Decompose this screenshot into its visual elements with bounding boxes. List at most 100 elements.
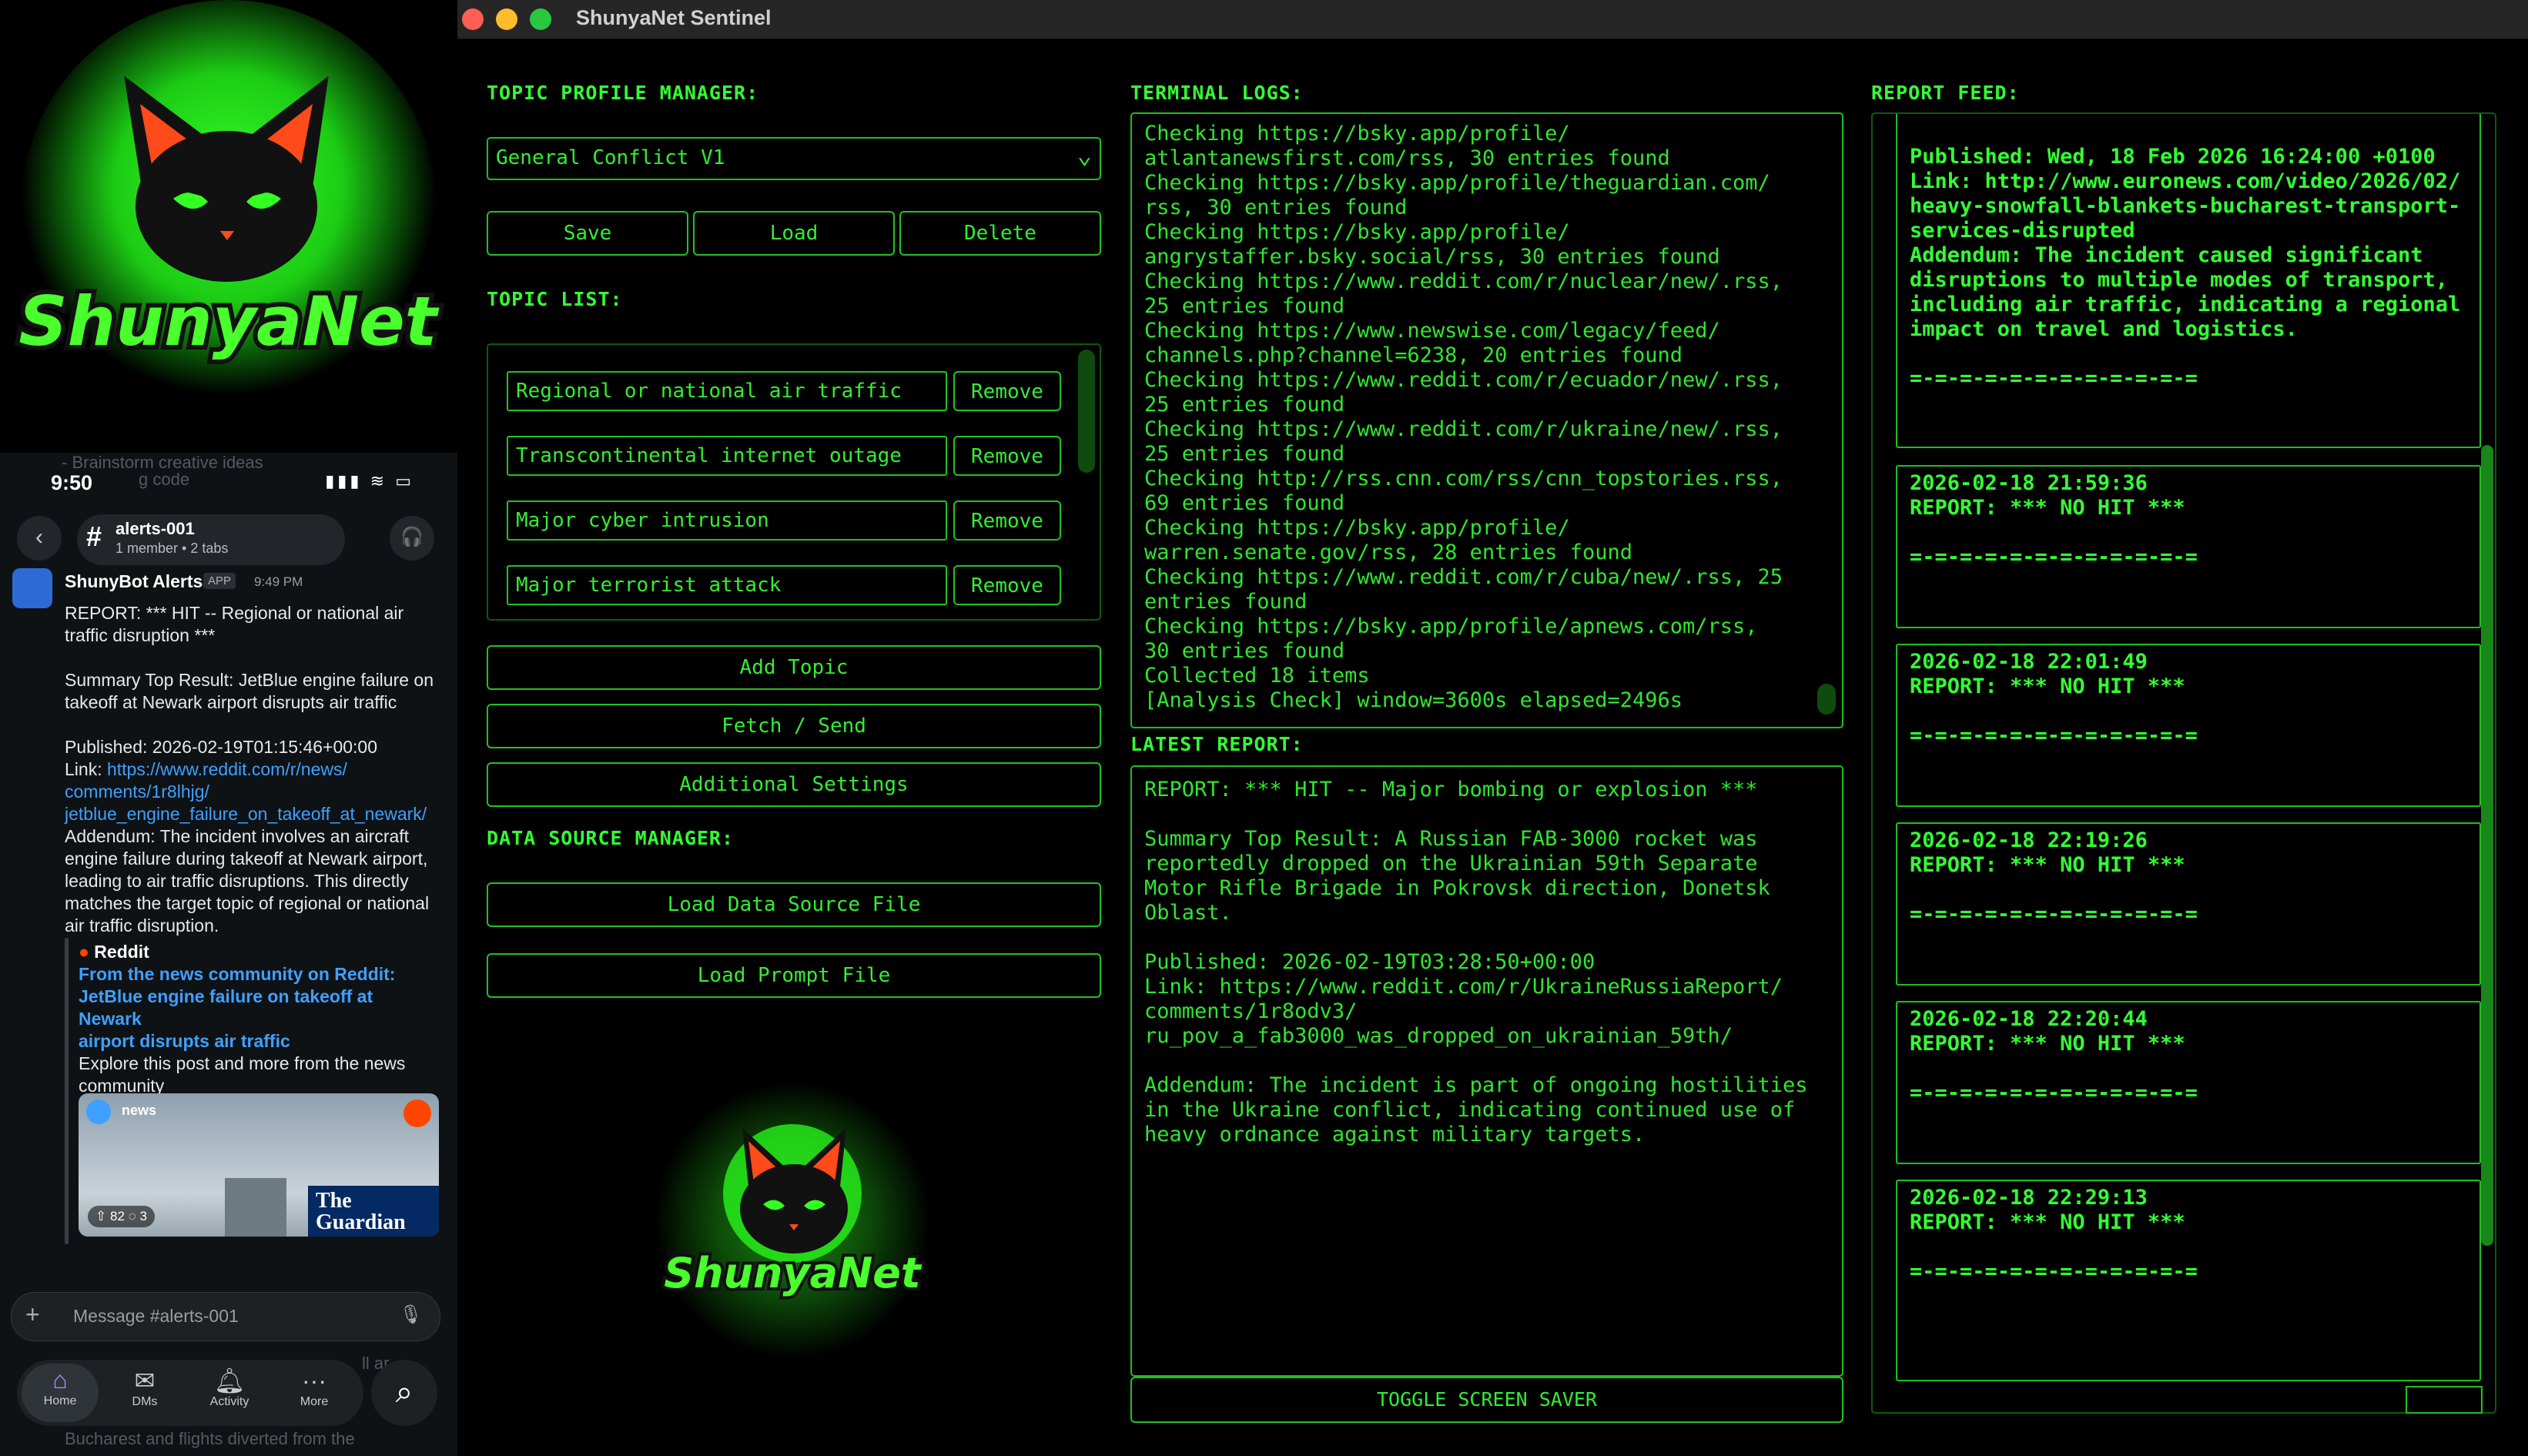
report-separator: =-=-=-=-=-=-=-=-=-=-=-= (1910, 545, 2198, 569)
report-status: REPORT: *** NO HIT *** (1910, 1032, 2185, 1056)
close-window-button[interactable] (462, 8, 484, 30)
mic-icon[interactable]: 🎙 (400, 1304, 423, 1326)
profile-selected-value: General Conflict V1 (496, 146, 725, 169)
cat-logo-icon: ShunyaNet ShunyaNet (654, 1082, 931, 1359)
save-button[interactable]: Save (487, 211, 688, 256)
message-link[interactable]: jetblue_engine_failure_on_takeoff_at_new… (65, 803, 442, 825)
data-source-label: DATA SOURCE MANAGER: (487, 827, 735, 849)
window-title: ShunyaNet Sentinel (576, 6, 772, 29)
channel-header[interactable]: # alerts-001 1 member • 2 tabs (77, 514, 345, 565)
message-link[interactable]: comments/1r8lhjg/ (65, 781, 442, 803)
log-line: 30 entries found (1144, 639, 1345, 663)
message-line: Published: 2026-02-19T01:15:46+00:00 (65, 737, 378, 757)
report-card: 2026-02-18 22:20:44 REPORT: *** NO HIT **… (1896, 1001, 2481, 1164)
signal-icon: ▮▮▮ (325, 471, 363, 490)
unfurl-title[interactable]: JetBlue engine failure on takeoff at New… (79, 986, 440, 1030)
minimize-window-button[interactable] (496, 8, 517, 30)
delete-button[interactable]: Delete (899, 211, 1101, 256)
terminal-scrollbar[interactable] (1817, 684, 1836, 715)
report-separator: =-=-=-=-=-=-=-=-=-=-=-= (1910, 724, 2198, 748)
add-topic-button[interactable]: Add Topic (487, 645, 1101, 690)
report-card-line: Link: http://www.euronews.com/video/2026… (1910, 169, 2461, 193)
report-line: Motor Rifle Brigade in Pokrovsk directio… (1144, 876, 1770, 900)
battery-icon: ▭ (395, 471, 414, 490)
chevron-left-icon: ‹ (35, 524, 43, 550)
report-line: REPORT: *** HIT -- Major bombing or expl… (1144, 778, 1758, 802)
reddit-logo-icon (403, 1100, 431, 1127)
message-composer[interactable]: + Message #alerts-001 🎙 (11, 1292, 440, 1341)
topic-list-scrollbar[interactable] (1078, 350, 1095, 473)
report-time: 2026-02-18 22:01:49 (1910, 650, 2148, 674)
topic-field[interactable]: Transcontinental internet outage (507, 436, 947, 476)
log-line: channels.php?channel=6238, 20 entries fo… (1144, 343, 1683, 367)
latest-report: REPORT: *** HIT -- Major bombing or expl… (1130, 765, 1843, 1377)
toggle-screen-saver-button[interactable]: TOGGLE SCREEN SAVER (1130, 1377, 1843, 1423)
tab-activity[interactable]: 🔔︎ Activity (191, 1360, 268, 1409)
fetch-send-button[interactable]: Fetch / Send (487, 704, 1101, 748)
remove-topic-button[interactable]: Remove (953, 500, 1061, 541)
log-line: Checking https://www.newswise.com/legacy… (1144, 319, 1720, 343)
svg-text:ShunyaNet: ShunyaNet (664, 1249, 922, 1297)
tab-more[interactable]: ··· More (276, 1360, 353, 1409)
topic-field[interactable]: Major cyber intrusion (507, 500, 947, 541)
bleed-text: g code (139, 470, 190, 489)
bleed-text: Bucharest and flights diverted from the (65, 1429, 355, 1448)
report-card: Published: Wed, 18 Feb 2026 16:24:00 +01… (1896, 114, 2481, 448)
message-time: 9:49 PM (254, 574, 303, 589)
link-label: Link: (65, 759, 107, 779)
topic-list-label: TOPIC LIST: (487, 288, 623, 310)
log-line: Checking https://bsky.app/profile/apnews… (1144, 614, 1758, 638)
remove-topic-button[interactable]: Remove (953, 436, 1061, 476)
topic-field[interactable]: Regional or national air traffic (507, 371, 947, 411)
tab-home[interactable]: ⌂ Home (22, 1364, 99, 1422)
plus-icon[interactable]: + (25, 1300, 40, 1329)
report-feed[interactable]: Published: Wed, 18 Feb 2026 16:24:00 +01… (1871, 112, 2496, 1414)
report-line: heavy ordnance against military targets. (1144, 1123, 1646, 1146)
log-line: Collected 18 items (1144, 664, 1370, 688)
bot-name[interactable]: ShunyBot Alerts (65, 571, 203, 592)
terminal-logs-label: TERMINAL LOGS: (1130, 82, 1304, 104)
report-card-line: impact on travel and logistics. (1910, 317, 2298, 341)
terminal-logs[interactable]: Checking https://bsky.app/profile/atlant… (1130, 112, 1843, 728)
tab-dms[interactable]: ✉ DMs (106, 1360, 183, 1409)
additional-settings-button[interactable]: Additional Settings (487, 762, 1101, 807)
status-time: 9:50 (51, 471, 93, 494)
message-line: traffic disruption *** (65, 625, 216, 645)
unfurl-image[interactable]: news ⇧ 82 ◌ 3 The Guardian (79, 1093, 439, 1237)
load-button[interactable]: Load (693, 211, 895, 256)
remove-topic-button[interactable]: Remove (953, 565, 1061, 605)
report-line (1144, 925, 1808, 950)
report-separator: =-=-=-=-=-=-=-=-=-=-=-= (1910, 902, 2198, 926)
report-line: reportedly dropped on the Ukrainian 59th… (1144, 852, 1758, 875)
report-status: REPORT: *** NO HIT *** (1910, 853, 2185, 877)
search-button[interactable]: ⌕ (371, 1360, 437, 1426)
load-prompt-button[interactable]: Load Prompt File (487, 953, 1101, 998)
log-line: 25 entries found (1144, 393, 1345, 417)
message-link[interactable]: https://www.reddit.com/r/news/ (107, 759, 347, 779)
report-card-line: services-disrupted (1910, 219, 2135, 243)
dm-icon: ✉ (134, 1367, 156, 1394)
remove-topic-button[interactable]: Remove (953, 371, 1061, 411)
log-line: 25 entries found (1144, 294, 1345, 318)
topic-field[interactable]: Major terrorist attack (507, 565, 947, 605)
maximize-window-button[interactable] (530, 8, 551, 30)
report-card-line: disruptions to multiple modes of transpo… (1910, 268, 2448, 292)
feed-scrollbar[interactable] (2481, 445, 2493, 1246)
report-line: Oblast. (1144, 901, 1232, 925)
more-icon: ··· (302, 1367, 326, 1394)
report-line (1144, 1049, 1808, 1073)
subreddit-name: news (122, 1103, 157, 1118)
link-unfurl[interactable]: ● Reddit From the news community on Redd… (79, 941, 440, 1097)
profile-select[interactable]: General Conflict V1 ⌄ (487, 137, 1101, 180)
load-data-source-button[interactable]: Load Data Source File (487, 882, 1101, 927)
log-line: 25 entries found (1144, 442, 1345, 466)
log-line: angrystaffer.bsky.social/rss, 30 entries… (1144, 245, 1720, 269)
unfurl-title[interactable]: From the news community on Reddit: (79, 963, 440, 986)
unfurl-title[interactable]: airport disrupts air traffic (79, 1030, 440, 1053)
bot-avatar[interactable] (12, 568, 52, 608)
huddle-button[interactable]: 🎧 (390, 516, 434, 561)
report-card: 2026-02-18 22:01:49 REPORT: *** NO HIT **… (1896, 644, 2481, 807)
back-button[interactable]: ‹ (17, 516, 62, 561)
